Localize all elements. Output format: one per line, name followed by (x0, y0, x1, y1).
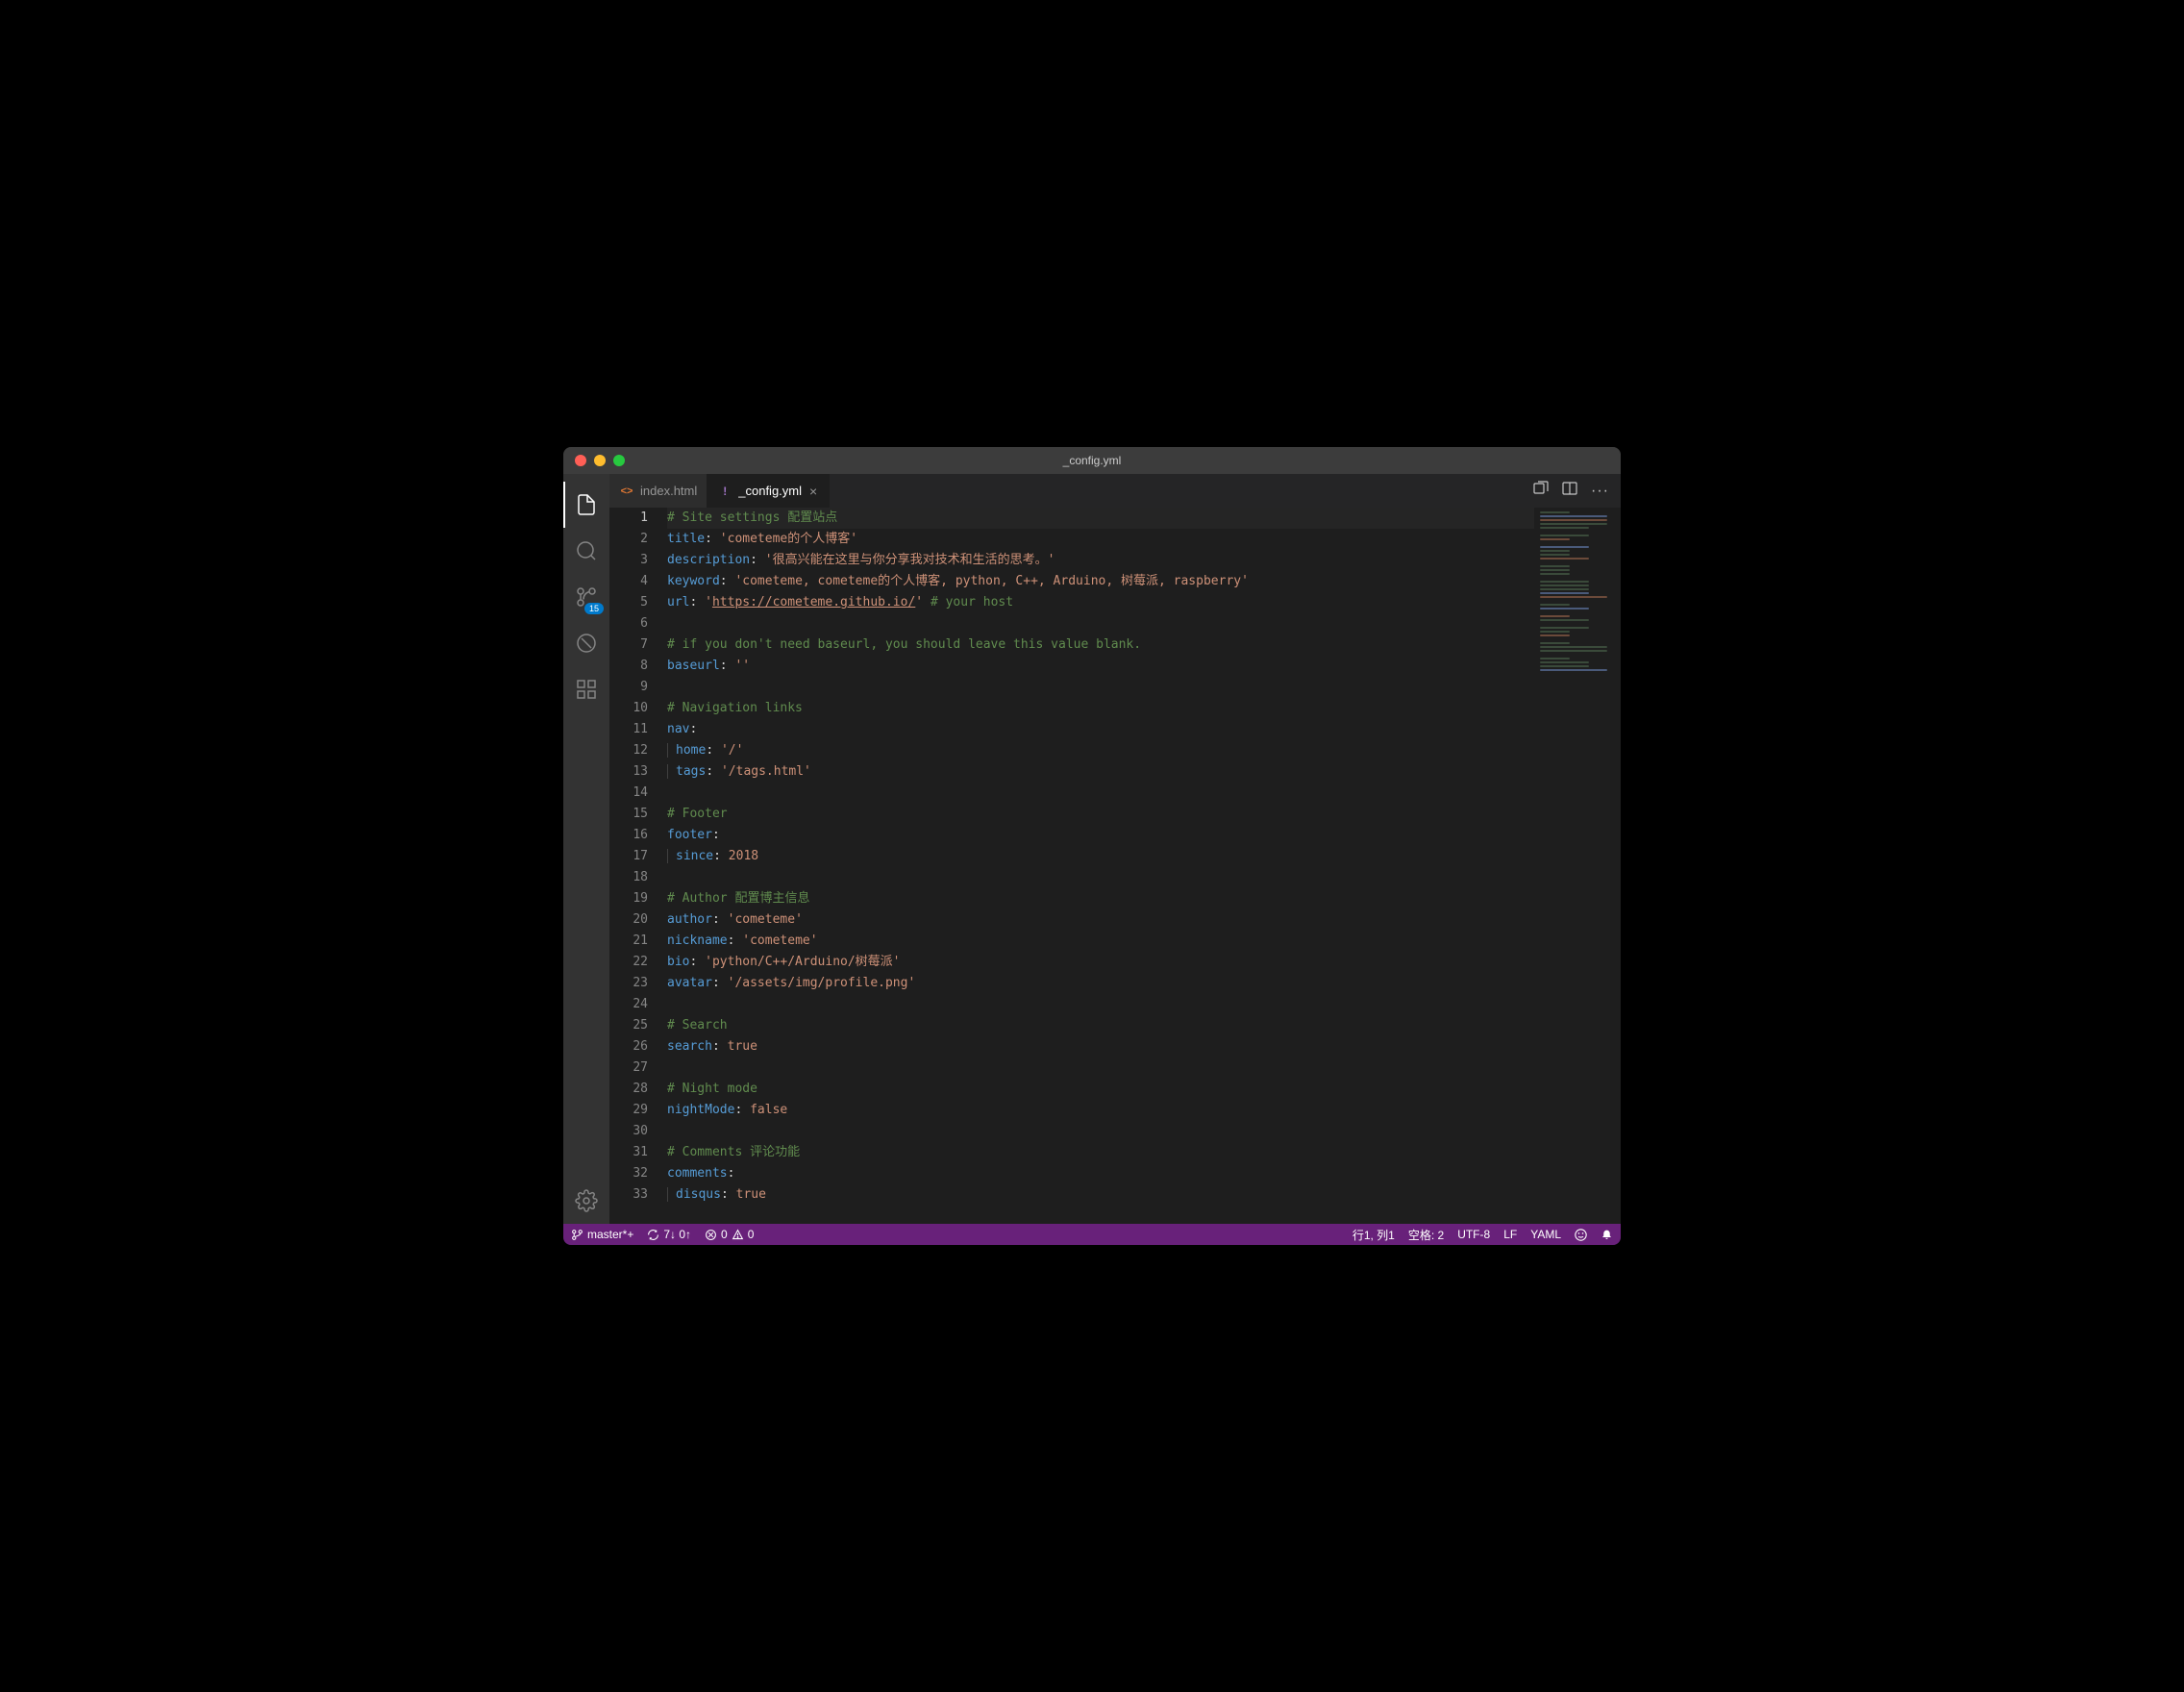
extensions-icon[interactable] (563, 666, 609, 712)
editor-window: _config.yml 15 (563, 447, 1621, 1245)
editor-content[interactable]: 1234567891011121314151617181920212223242… (609, 508, 1621, 1224)
line-number-gutter: 1234567891011121314151617181920212223242… (609, 508, 663, 1224)
editor-area: <> index.html ! _config.yml × ··· 123456… (609, 474, 1621, 1224)
scm-icon[interactable]: 15 (563, 574, 609, 620)
compare-changes-icon[interactable] (1533, 481, 1549, 501)
git-branch-status[interactable]: master*+ (571, 1228, 633, 1241)
scm-badge: 15 (584, 603, 604, 614)
more-actions-icon[interactable]: ··· (1591, 483, 1609, 500)
code-text[interactable]: # Site settings 配置站点title: 'cometeme的个人博… (663, 508, 1534, 1224)
feedback-smiley-icon[interactable] (1575, 1229, 1587, 1241)
sync-status[interactable]: 7↓ 0↑ (647, 1228, 691, 1241)
tab-bar: <> index.html ! _config.yml × ··· (609, 474, 1621, 508)
search-icon[interactable] (563, 528, 609, 574)
problems-status[interactable]: 0 0 (705, 1228, 754, 1241)
traffic-lights (563, 455, 625, 466)
encoding-status[interactable]: UTF-8 (1457, 1228, 1490, 1241)
tab-label: _config.yml (738, 484, 802, 498)
window-title: _config.yml (1063, 454, 1122, 467)
html-file-icon: <> (619, 484, 634, 499)
explorer-icon[interactable] (563, 482, 609, 528)
titlebar[interactable]: _config.yml (563, 447, 1621, 474)
debug-icon[interactable] (563, 620, 609, 666)
yaml-file-icon: ! (717, 484, 732, 499)
status-bar: master*+ 7↓ 0↑ 0 0 行1, 列1 空格: 2 UTF-8 LF… (563, 1224, 1621, 1245)
minimap[interactable] (1534, 508, 1621, 1224)
tab-label: index.html (640, 484, 697, 498)
settings-gear-icon[interactable] (563, 1178, 609, 1224)
tab-index-html[interactable]: <> index.html (609, 474, 707, 508)
main-body: 15 <> index.html ! _config.yml (563, 474, 1621, 1224)
split-editor-icon[interactable] (1562, 481, 1577, 501)
cursor-position-status[interactable]: 行1, 列1 (1353, 1227, 1395, 1243)
activity-bar: 15 (563, 474, 609, 1224)
notifications-bell-icon[interactable] (1601, 1229, 1613, 1241)
editor-actions: ··· (1533, 474, 1621, 508)
tab-config-yml[interactable]: ! _config.yml × (707, 474, 830, 508)
eol-status[interactable]: LF (1503, 1228, 1517, 1241)
indentation-status[interactable]: 空格: 2 (1408, 1227, 1444, 1243)
minimize-window-button[interactable] (594, 455, 606, 466)
close-window-button[interactable] (575, 455, 586, 466)
language-mode-status[interactable]: YAML (1530, 1228, 1561, 1241)
maximize-window-button[interactable] (613, 455, 625, 466)
close-tab-icon[interactable]: × (807, 484, 819, 499)
